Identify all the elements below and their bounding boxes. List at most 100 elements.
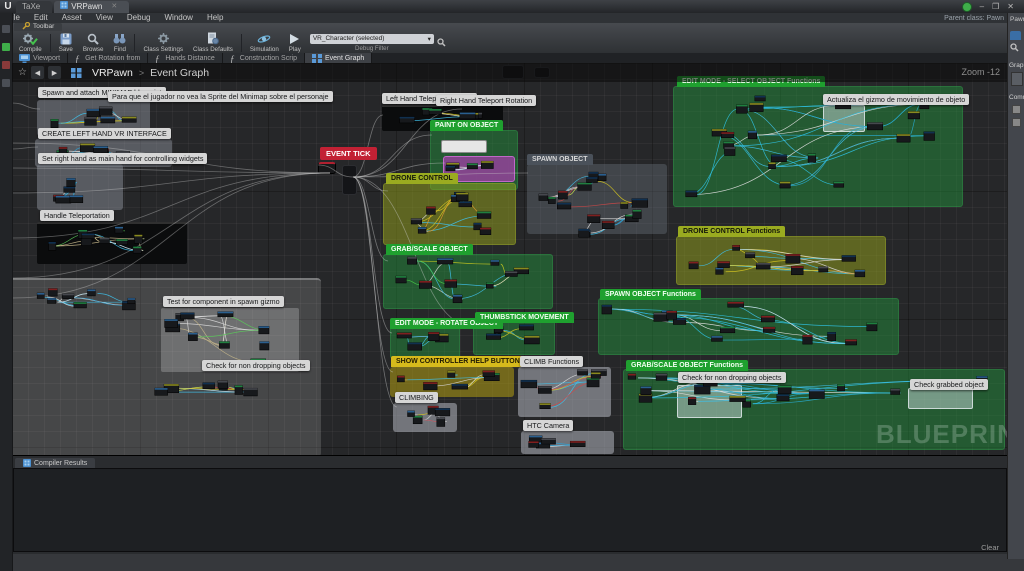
comment-grab-scale-object[interactable]: GRAB/SCALE OBJECT [386,244,473,255]
comment-climb-functions[interactable]: CLIMB Functions [520,356,584,367]
clear-button[interactable]: Clear [981,543,999,552]
toolbar-separator [49,33,51,52]
comment-spawn-object[interactable]: SPAWN OBJECT [527,154,593,165]
class-defaults-button[interactable]: Class Defaults [188,32,238,53]
comment-grab-scale-object-functions[interactable]: GRAB/SCALE OBJECT Functions [626,360,749,371]
play-button[interactable]: Play [284,32,306,53]
event-graph-canvas[interactable]: Spawn and attach MINIMAP blueprint Para q… [12,63,1007,455]
browse-button[interactable]: Browse [78,32,109,53]
menu-bar: File Edit Asset View Debug Window Help Parent … [0,13,1024,23]
right-panel-tab-label: Pawn [1010,16,1024,23]
compile-icon [22,33,39,45]
comment-actualiza-el-gizmo-de-movimiento-de-objeto[interactable]: Actualiza el gizmo de movimiento de obje… [823,94,970,105]
menu-edit[interactable]: Edit [27,13,55,23]
class-settings-button[interactable]: Class Settings [138,32,188,53]
play-icon [289,33,300,45]
comment-event-tick[interactable]: EVENT TICK [320,147,377,160]
search-icon[interactable] [1010,43,1024,54]
maximize-button[interactable]: ❒ [992,0,999,13]
menu-help[interactable]: Help [200,13,230,23]
window-tab-vrpawn[interactable]: VRPawn ✕ [54,1,130,13]
save-button[interactable]: Save [54,32,78,53]
comment-check-for-non-dropping-objects[interactable]: Check for non dropping objects [678,372,786,383]
debug-filter-caption: Debug Filter [354,44,389,52]
comment-set-right-hand-as-main-hand-for-controlling-widgets[interactable]: Set right hand as main hand for controll… [38,153,208,164]
compiler-results-tab[interactable]: Compiler Results [15,458,96,468]
comment-show-controller-help-buttons[interactable]: SHOW CONTROLLER HELP BUTTONS [391,356,530,367]
right-panel-section-common[interactable]: Comm [1009,94,1024,101]
floppy-icon [60,33,72,45]
toolbar-separator [240,33,242,52]
dock-icon[interactable] [2,79,10,87]
comment-handle-teleportation[interactable]: Handle Teleportation [40,210,114,221]
right-panel-section-graph[interactable]: Graph [1009,62,1024,69]
comment-paint-on-object[interactable]: PAINT ON OBJECT [430,120,504,131]
comment-create-left-hand-vr-interface[interactable]: CREATE LEFT HAND VR INTERFACE [38,128,171,139]
menu-debug[interactable]: Debug [120,13,158,23]
debug-filter[interactable]: VR_Character (selected) ▾ Debug Filter [309,33,434,52]
comment-test-for-component-in-spawn-gizmo[interactable]: Test for component in spawn gizmo [163,296,284,307]
vrpawn-tab-label: VRPawn [71,2,103,11]
compile-button[interactable]: Compile [14,32,47,53]
svg-text:ƒ: ƒ [75,54,80,64]
viewport-icon [19,54,30,63]
debug-filter-dropdown[interactable]: VR_Character (selected) ▾ [309,33,434,44]
comment-para-que-el-jugador-no-vea-la-sprite-del-minimap-sobre-el-personaje[interactable]: Para que el jugador no vea la Sprite del… [108,91,333,102]
right-panel-tab-icon[interactable] [1010,31,1021,40]
comment-right-hand-teleport-rotation[interactable]: Right Hand Teleport Rotation [436,95,537,106]
unreal-logo-icon: U [4,1,12,12]
comment-drone-control[interactable]: DRONE CONTROL [386,173,458,184]
magnifier-icon [87,33,99,45]
comment-htc-camera[interactable]: HTC Camera [523,420,574,431]
window-tab-level[interactable]: TaXe [16,1,53,13]
nav-forward-button[interactable]: ▶ [47,66,61,79]
comment-thumbstick-movement[interactable]: THUMBSTICK MOVEMENT [475,312,574,323]
comment-spawn-object-functions[interactable]: SPAWN OBJECT Functions [600,289,701,300]
compiler-results-output [13,468,1007,552]
checkbox-icon[interactable] [1012,105,1021,114]
parent-class-label: Parent class: Pawn [944,14,1004,22]
svg-text:ƒ: ƒ [155,54,160,64]
comment-check-grabbed-object[interactable]: Check grabbed object [910,379,988,390]
title-bar: U TaXe VRPawn ✕ – ❒ ✕ [0,0,1024,13]
menu-view[interactable]: View [89,13,120,23]
nav-back-button[interactable]: ◀ [30,66,44,79]
function-icon: ƒ [155,54,162,64]
find-button[interactable]: Find [108,32,131,53]
close-button[interactable]: ✕ [1007,0,1014,13]
function-icon: ƒ [75,54,82,64]
zoom-level-label: Zoom -12 [961,67,1000,77]
compiler-tab-icon [23,459,31,467]
simulation-button[interactable]: Simulation [245,32,284,53]
gear-icon [157,33,170,45]
checkbox-icon[interactable] [1012,118,1021,127]
favorite-star-icon[interactable]: ☆ [18,67,27,78]
toolbar-tab[interactable]: Toolbar [14,21,63,31]
comment-drone-control-functions[interactable]: DRONE CONTROL Functions [678,226,786,237]
right-dock-panel: Pawn Graph Comm [1007,13,1024,559]
compiler-results-panel: Compiler Results Clear [12,455,1007,554]
comment-climbing[interactable]: CLIMBING [395,392,438,403]
comment-check-for-non-dropping-objects[interactable]: Check for non dropping objects [202,360,310,371]
graph-grid-icon [70,67,82,78]
search-icon[interactable] [437,34,446,52]
sim-icon [257,33,271,45]
chevron-down-icon: ▾ [427,35,431,43]
menu-window[interactable]: Window [157,13,199,23]
function-icon: ƒ [230,54,237,64]
binoculars-icon [113,33,126,45]
dock-icon[interactable] [2,61,10,69]
window-buttons: – ❒ ✕ [961,0,1024,13]
menu-items: File Edit Asset View Debug Window Help [0,13,230,23]
breadcrumb-root[interactable]: VRPawn [92,67,133,79]
status-dot-icon [961,1,972,12]
toolbar-buttons: Compile Save Browse Find Class Settings Class… [14,32,446,53]
dock-icon[interactable] [2,25,10,33]
minimize-button[interactable]: – [980,0,984,13]
event-graph-icon [311,54,322,63]
dock-icon[interactable] [2,43,10,51]
doc-gear-icon [207,32,219,45]
close-tab-icon[interactable]: ✕ [111,1,117,13]
menu-asset[interactable]: Asset [55,13,89,23]
breadcrumb-current: Event Graph [150,66,210,79]
